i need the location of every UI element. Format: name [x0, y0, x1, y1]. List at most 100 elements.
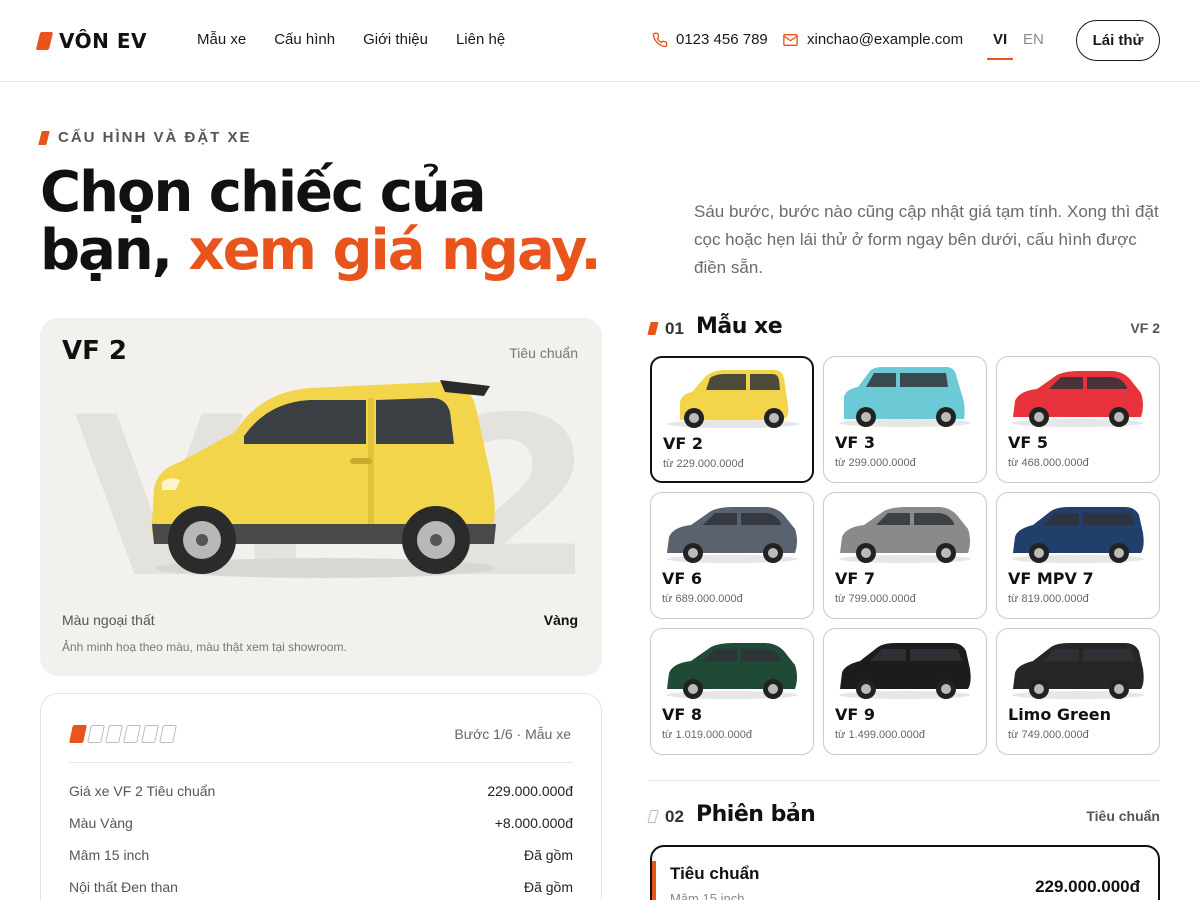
model-card[interactable]: VF 5 từ 468.000.000đ [996, 356, 1160, 483]
trim-option-card[interactable]: Tiêu chuẩn Mâm 15 inch 229.000.000đ [650, 845, 1160, 900]
model-price: từ 1.019.000.000đ [662, 729, 752, 741]
model-card[interactable]: VF 6 từ 689.000.000đ [650, 492, 814, 619]
logo[interactable]: VÔN EV [35, 29, 147, 53]
car-thumbnail-icon [666, 507, 798, 563]
summary-row-label: Nội thất Đen than [69, 879, 178, 895]
nav-item-models[interactable]: Mẫu xe [197, 31, 246, 48]
model-price: từ 689.000.000đ [662, 593, 743, 605]
phone-link[interactable]: 0123 456 789 [652, 31, 768, 48]
model-card[interactable]: Limo Green từ 749.000.000đ [996, 628, 1160, 755]
model-price: từ 1.499.000.000đ [835, 729, 925, 741]
eyebrow: CẤU HÌNH VÀ ĐẶT XE [38, 129, 252, 146]
model-name: VF MPV 7 [1008, 569, 1094, 588]
nav-item-contact[interactable]: Liên hệ [456, 31, 505, 48]
section-header-trim: 02 Phiên bản Tiêu chuẩn [647, 802, 1160, 834]
model-price: từ 819.000.000đ [1008, 593, 1089, 605]
section-number: 01 [665, 319, 684, 338]
summary-row-label: Giá xe VF 2 Tiêu chuẩn [69, 783, 216, 799]
summary-divider [69, 762, 573, 763]
email-link[interactable]: xinchao@example.com [782, 31, 963, 48]
model-card[interactable]: VF 7 từ 799.000.000đ [823, 492, 987, 619]
model-card[interactable]: VF MPV 7 từ 819.000.000đ [996, 492, 1160, 619]
preview-trim-name: Tiêu chuẩn [509, 345, 578, 361]
model-card[interactable]: VF 8 từ 1.019.000.000đ [650, 628, 814, 755]
nav-item-about[interactable]: Giới thiệu [363, 31, 428, 48]
nav-item-configure[interactable]: Cấu hình [274, 31, 335, 48]
section-selected-value: Tiêu chuẩn [1086, 808, 1160, 824]
model-grid: VF 2 từ 229.000.000đ VF 3 từ 299.000.000đ VF… [650, 356, 1160, 755]
lang-vi-toggle[interactable]: VI [986, 31, 1014, 60]
step-segment [123, 725, 141, 743]
summary-row-value: Đã gồm [523, 879, 573, 895]
preview-model-name: VF 2 [62, 336, 128, 366]
car-thumbnail-icon [1012, 643, 1144, 699]
section-divider [649, 780, 1160, 781]
summary-row: Giá xe VF 2 Tiêu chuẩn 229.000.000đ [69, 783, 573, 799]
logo-mark-icon [35, 32, 54, 50]
step-segment [87, 725, 105, 743]
model-name: VF 8 [662, 705, 703, 724]
car-thumbnail-icon [1012, 371, 1144, 427]
model-name: VF 3 [835, 433, 876, 452]
summary-row-label: Mâm 15 inch [69, 847, 150, 863]
section-tick-icon [647, 810, 659, 823]
model-name: VF 5 [1008, 433, 1049, 452]
summary-row-label: Màu Vàng [69, 815, 133, 831]
summary-row-value: Đã gồm [523, 847, 573, 863]
model-name: VF 2 [663, 434, 704, 453]
trim-name: Tiêu chuẩn [670, 864, 760, 883]
main-nav: Mẫu xe Cấu hình Giới thiệu Liên hệ [197, 31, 505, 48]
mail-icon [783, 33, 798, 46]
trim-subtitle: Mâm 15 inch [670, 891, 745, 900]
model-card[interactable]: VF 3 từ 299.000.000đ [823, 356, 987, 483]
summary-row-value: +8.000.000đ [494, 815, 573, 831]
phone-number: 0123 456 789 [676, 31, 768, 48]
car-thumbnail-icon [1012, 507, 1144, 563]
section-number: 02 [665, 807, 684, 826]
car-thumbnail-icon [666, 643, 798, 699]
section-header-models: 01 Mẫu xe VF 2 [647, 314, 1160, 346]
model-name: VF 9 [835, 705, 876, 724]
model-name: Limo Green [1008, 705, 1112, 724]
section-title: Phiên bản [696, 802, 816, 827]
summary-row: Nội thất Đen than Đã gồm [69, 879, 573, 895]
phone-icon [652, 32, 668, 47]
car-image [151, 380, 496, 578]
page-title: Chọn chiếc của bạn, xem giá ngay. [40, 164, 660, 280]
eyebrow-text: CẤU HÌNH VÀ ĐẶT XE [58, 129, 252, 146]
test-drive-button[interactable]: Lái thử [1076, 20, 1160, 61]
trim-price: 229.000.000đ [1035, 877, 1140, 896]
model-card[interactable]: VF 9 từ 1.499.000.000đ [823, 628, 987, 755]
section-title: Mẫu xe [696, 314, 783, 339]
summary-row: Màu Vàng +8.000.000đ [69, 815, 573, 831]
step-segment [141, 725, 159, 743]
model-price: từ 468.000.000đ [1008, 457, 1089, 469]
car-thumbnail-icon [667, 370, 799, 428]
model-name: VF 7 [835, 569, 876, 588]
summary-row-value: 229.000.000đ [487, 783, 573, 799]
model-price: từ 299.000.000đ [835, 457, 916, 469]
trim-selected-bar [652, 861, 656, 900]
exterior-color-value: Vàng [543, 612, 578, 628]
title-line-2-accent: xem giá ngay. [188, 218, 602, 283]
model-price: từ 749.000.000đ [1008, 729, 1089, 741]
step-label: Bước 1/6 · Mẫu xe [454, 726, 571, 742]
step-segment [159, 725, 177, 743]
model-name: VF 6 [662, 569, 703, 588]
car-thumbnail-icon [839, 367, 971, 427]
car-thumbnail-icon [839, 643, 971, 699]
car-preview-card: VF 2 VF 2 Tiêu chuẩn Màu ngoại thất Vàng… [40, 318, 602, 676]
step-progress [69, 725, 177, 743]
eyebrow-tick-icon [38, 130, 50, 145]
title-line-1: Chọn chiếc của [40, 160, 487, 225]
preview-note: Ảnh minh hoạ theo màu, màu thật xem tại … [62, 640, 347, 654]
section-tick-icon [647, 322, 659, 335]
model-price: từ 799.000.000đ [835, 593, 916, 605]
model-card[interactable]: VF 2 từ 229.000.000đ [650, 356, 814, 483]
hero-description: Sáu bước, bước nào cũng cập nhật giá tạm… [694, 202, 1159, 277]
logo-text: VÔN EV [59, 29, 147, 53]
site-header: VÔN EV Mẫu xe Cấu hình Giới thiệu Liên h… [0, 0, 1200, 82]
step-segment [69, 725, 87, 743]
lang-en-toggle[interactable]: EN [1023, 31, 1044, 48]
step-segment [105, 725, 123, 743]
